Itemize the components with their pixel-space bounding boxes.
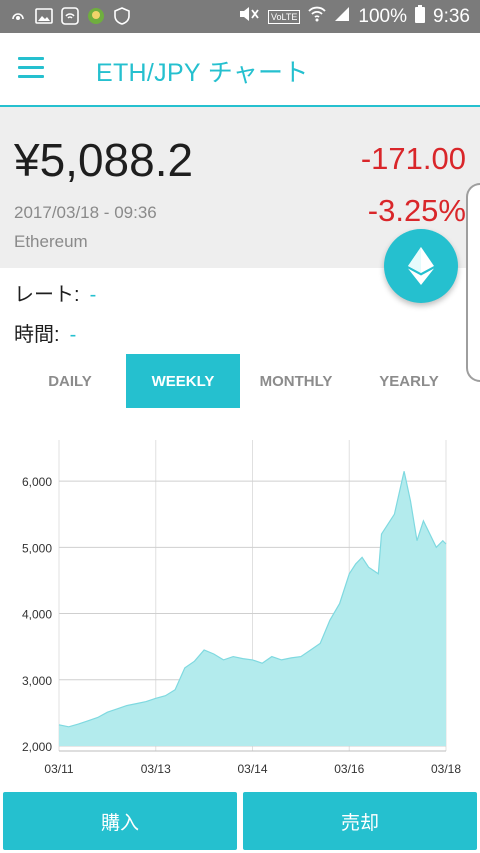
coin-name: Ethereum	[14, 232, 88, 251]
app-notification-icon	[86, 6, 106, 26]
tab-yearly[interactable]: YEARLY	[352, 354, 466, 408]
app-bar: ETH/JPY チャート	[0, 33, 480, 107]
status-bar: VoLTE 100% 9:36	[0, 0, 480, 33]
shield-icon	[112, 6, 132, 26]
x-tick-label: 03/14	[237, 762, 267, 776]
wifi-icon	[308, 6, 327, 28]
x-tick-label: 03/11	[44, 762, 73, 776]
price-timestamp: 2017/03/18 - 09:36	[14, 203, 157, 222]
wifi-box-icon	[60, 6, 80, 26]
page-title: ETH/JPY チャート	[96, 59, 309, 87]
system-icons: VoLTE 100% 9:36	[238, 5, 470, 29]
sell-button[interactable]: 売却	[243, 792, 477, 850]
tab-monthly[interactable]: MONTHLY	[240, 354, 352, 408]
time-value: -	[69, 324, 77, 346]
rate-value: -	[89, 284, 97, 306]
mute-icon	[238, 5, 260, 29]
hotspot-icon	[8, 6, 28, 26]
y-tick-label: 3,000	[22, 674, 52, 688]
time-row: 時間: -	[14, 318, 76, 347]
current-price: ¥5,088.2	[14, 134, 194, 186]
y-tick-label: 6,000	[22, 475, 52, 489]
signal-icon	[334, 6, 350, 28]
clock: 9:36	[433, 6, 470, 27]
notification-icons	[8, 6, 132, 26]
period-tabs: DAILY WEEKLY MONTHLY YEARLY	[0, 354, 480, 408]
rate-label: レート:	[14, 284, 80, 306]
edge-panel-handle[interactable]	[466, 183, 480, 382]
tab-weekly[interactable]: WEEKLY	[126, 354, 240, 408]
rate-row: レート: -	[14, 278, 96, 307]
price-change-percent: -3.25%	[367, 193, 466, 228]
battery-percent: 100%	[358, 6, 408, 27]
buy-button[interactable]: 購入	[3, 792, 237, 850]
price-chart[interactable]: 6,000 5,000 4,000 3,000 2,000 03/11 03/13 03/14…	[0, 435, 480, 780]
time-label: 時間:	[14, 324, 60, 346]
volte-badge: VoLTE	[268, 10, 301, 24]
y-tick-label: 2,000	[22, 740, 52, 754]
price-change: -171.00	[360, 141, 466, 176]
ethereum-icon	[408, 247, 434, 285]
x-tick-label: 03/18	[431, 762, 461, 776]
y-tick-label: 4,000	[22, 608, 52, 622]
x-tick-label: 03/13	[141, 762, 171, 776]
y-tick-label: 5,000	[22, 541, 52, 555]
battery-icon	[415, 5, 426, 29]
ethereum-fab-button[interactable]	[384, 229, 458, 303]
x-tick-label: 03/16	[334, 762, 364, 776]
tab-daily[interactable]: DAILY	[14, 354, 126, 408]
hamburger-icon[interactable]	[18, 57, 44, 79]
image-icon	[34, 6, 54, 26]
